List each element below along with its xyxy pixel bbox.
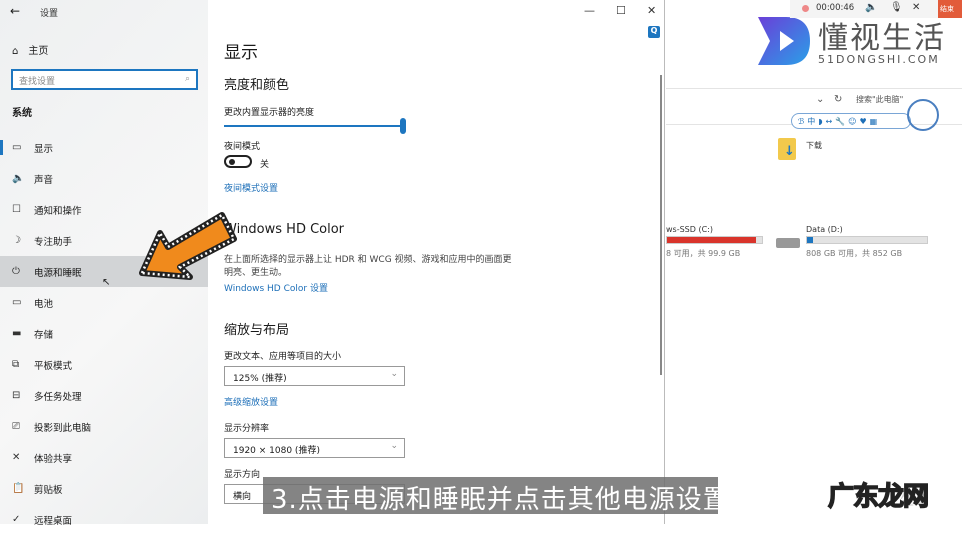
title-bar: ← 设置 — ☐ ✕ [0,0,665,24]
back-icon[interactable]: ← [10,4,20,18]
chevron-down-icon: ⌄ [390,369,398,379]
explorer-background [666,0,962,524]
drive-c-free: 8 可用，共 99.9 GB [666,249,741,258]
scale-heading: 缩放与布局 [224,323,290,338]
orientation-label: 显示方向 [224,470,261,480]
sidebar-item-6[interactable]: ▬ 存储 [0,318,208,349]
nav-icon: ⎚ [12,421,20,432]
minimize-button[interactable]: — [584,4,595,17]
scale-label: 更改文本、应用等项目的大小 [224,352,342,362]
drive-icon [776,238,800,248]
night-light-state: 关 [260,160,270,170]
sidebar-item-label: 投影到此电脑 [34,422,92,434]
drive-d-name[interactable]: Data (D:) [806,225,843,234]
sidebar-item-label: 体验共享 [34,453,73,465]
cursor-highlight-circle [907,99,939,131]
sidebar-item-label: 专注助手 [34,236,73,248]
sidebar-item-10[interactable]: ✕ 体验共享 [0,442,208,473]
chevron-down-icon[interactable]: ⌄ [816,94,824,105]
settings-window: ⌂ 主页 查找设置 ⌕ 系统 ▭ 显示 🔈 声音 ☐ 通知和操作 ☽ 专注助手 ⏻ 电源和睡眠 ▭ 电池 ▬… [0,0,665,527]
sidebar-item-label: 存储 [34,329,54,341]
record-time: 00:00:46 [816,3,855,13]
drive-c-name[interactable]: ws-SSD (C:) [666,225,713,234]
nav-icon: ✓ [12,514,21,525]
nav-icon: 🔈 [12,173,25,184]
nav-icon: ⧉ [12,359,20,370]
speaker-icon[interactable]: 🔈 [865,2,877,13]
caption-subtitle: 3.点击电源和睡眠并点击其他电源设置 [263,477,729,515]
record-icon [802,5,809,12]
recorder-toolbar: 00:00:46 🔈 🎙 ✕ 结束 [790,0,962,18]
sidebar-item-label: 远程桌面 [34,515,73,527]
nav-icon: ☐ [12,204,21,215]
folder-download-icon[interactable] [778,138,796,160]
folder-label[interactable]: 下载 [806,140,822,151]
sidebar-item-9[interactable]: ⎚ 投影到此电脑 [0,411,208,442]
hd-color-desc: 在上面所选择的显示器上让 HDR 和 WCG 视频、游戏和应用中的画面更 [224,255,512,265]
sidebar-item-8[interactable]: ⊟ 多任务处理 [0,380,208,411]
sidebar-item-label: 平板模式 [34,360,73,372]
nav-icon: ▭ [12,297,22,308]
nav-icon: ✕ [12,452,21,463]
drive-d-bar [806,236,928,244]
night-light-settings-link[interactable]: 夜间模式设置 [224,181,278,194]
sidebar-item-11[interactable]: 📋 剪贴板 [0,473,208,504]
scale-dropdown[interactable]: 125% (推荐) ⌄ [224,366,405,386]
sidebar-item-label: 电池 [34,298,54,310]
advanced-scale-link[interactable]: 高级缩放设置 [224,395,278,408]
brightness-slider-thumb[interactable] [400,118,406,134]
nav-icon: ▬ [12,328,22,339]
window-title: 设置 [40,9,59,19]
night-light-label: 夜间模式 [224,142,261,152]
orange-arrow-icon [139,212,237,280]
maximize-button[interactable]: ☐ [616,4,626,17]
brightness-heading: 亮度和颜色 [224,78,290,93]
brightness-label: 更改内置显示器的亮度 [224,108,315,118]
nav-icon: ⏻ [12,266,20,277]
watermark: 广东龙网 [827,481,930,513]
explorer-search-input[interactable]: 搜索"此电脑" [856,94,903,105]
q-icon[interactable]: Q [648,26,660,38]
mouse-cursor-icon: ↖ [102,277,111,288]
section-title: 系统 [12,108,32,119]
play-logo-icon [758,17,810,65]
end-record-button[interactable]: 结束 [938,0,962,18]
ime-toolbar[interactable]: ℬ中◗↔🔧☺♥▦ [791,113,911,129]
nav-icon: ⊟ [12,390,21,401]
sidebar-home[interactable]: ⌂ 主页 [12,42,58,57]
search-icon: ⌕ [184,74,190,84]
sidebar-item-0[interactable]: ▭ 显示 [0,132,208,163]
sidebar-item-7[interactable]: ⧉ 平板模式 [0,349,208,380]
nav-icon: ☽ [12,235,21,246]
sidebar-item-label: 显示 [34,143,54,155]
search-input[interactable]: 查找设置 ⌕ [11,69,198,90]
drive-c-bar [666,236,763,244]
mic-icon[interactable]: 🎙 [890,2,903,13]
sidebar-item-5[interactable]: ▭ 电池 [0,287,208,318]
hd-color-heading: Windows HD Color [224,222,345,237]
nav-icon: 📋 [12,483,25,494]
night-light-toggle[interactable] [224,155,252,168]
nav-icon: ▭ [12,142,22,153]
brightness-slider[interactable] [224,125,404,127]
drive-d-free: 808 GB 可用，共 852 GB [806,249,903,258]
site-logo: 懂视生活 51DONGSHI.COM [756,15,956,70]
refresh-icon[interactable]: ↻ [834,94,842,105]
resolution-dropdown[interactable]: 1920 × 1080 (推荐) ⌄ [224,438,405,458]
sidebar-item-label: 通知和操作 [34,205,82,217]
page-title: 显示 [224,43,258,63]
close-button[interactable]: ✕ [647,4,656,17]
sidebar-item-12[interactable]: ✓ 远程桌面 [0,504,208,535]
scrollbar[interactable] [660,75,662,375]
sidebar-item-label: 多任务处理 [34,391,82,403]
chevron-down-icon: ⌄ [390,441,398,451]
sidebar-item-label: 剪贴板 [34,484,63,496]
sidebar-item-label: 电源和睡眠 [34,267,82,279]
resolution-label: 显示分辨率 [224,424,270,434]
sidebar-item-1[interactable]: 🔈 声音 [0,163,208,194]
home-icon: ⌂ [12,46,19,57]
close-icon[interactable]: ✕ [912,2,920,13]
sidebar-item-label: 声音 [34,174,54,186]
